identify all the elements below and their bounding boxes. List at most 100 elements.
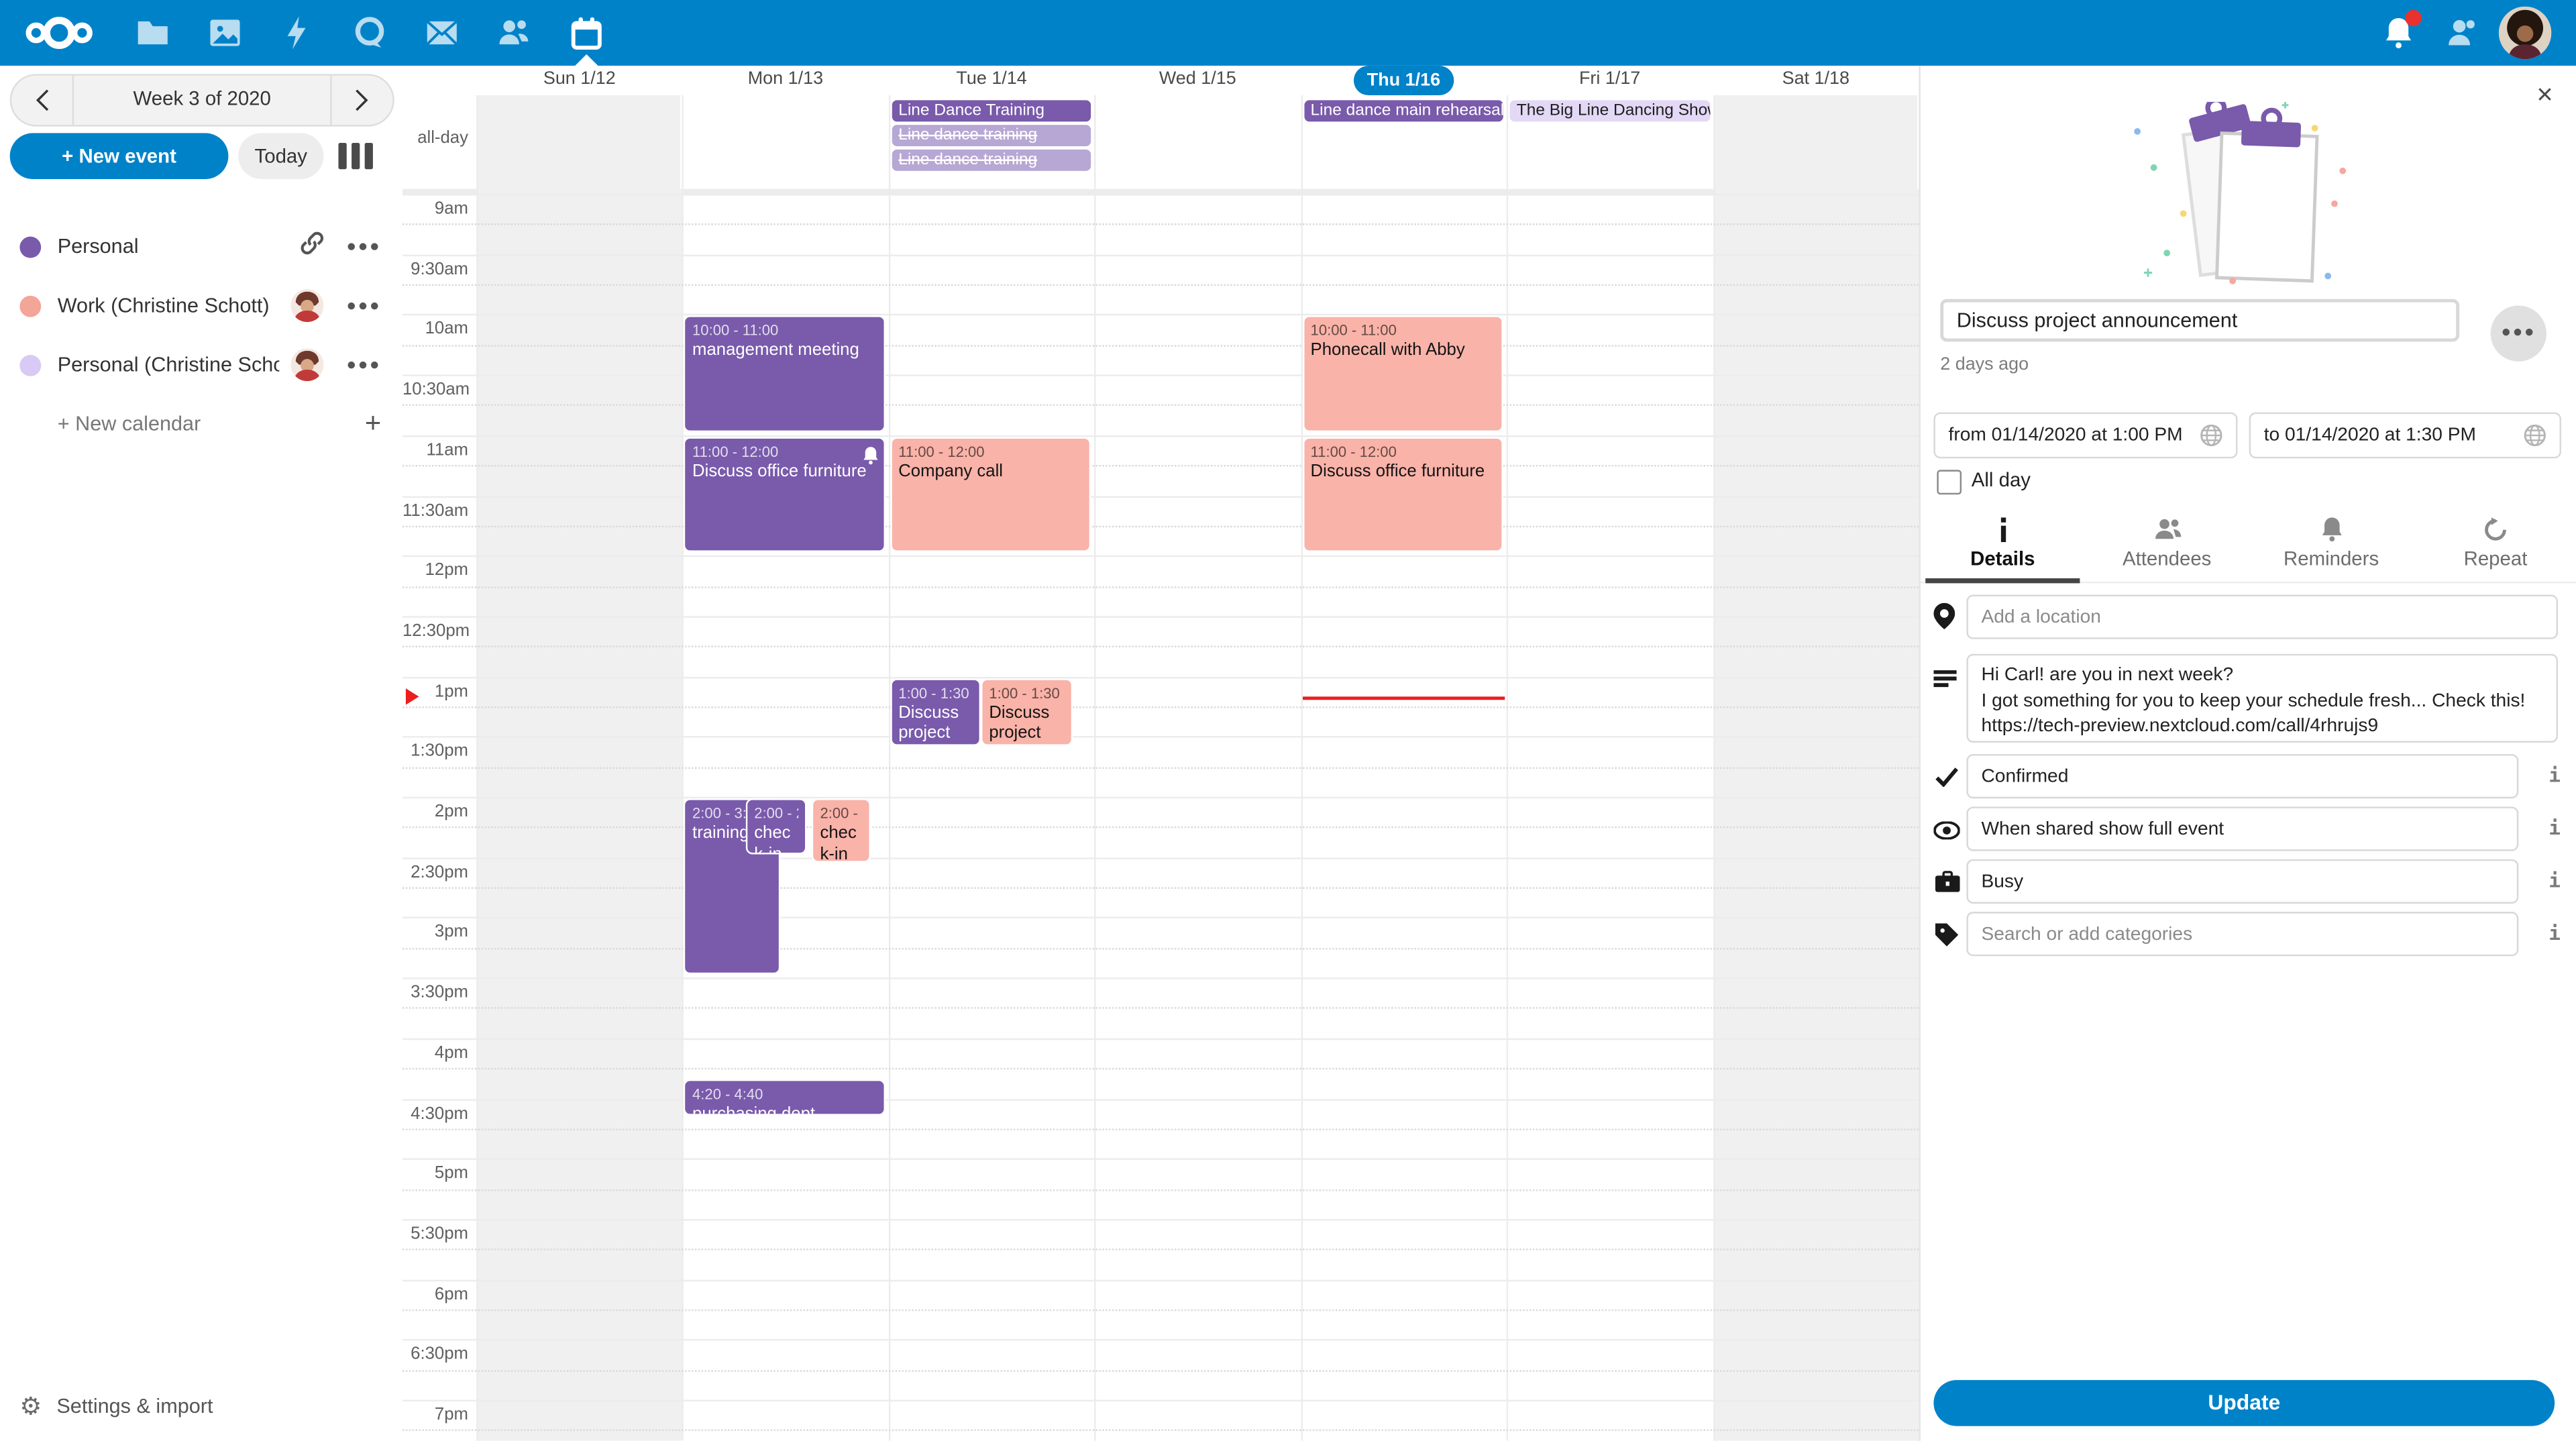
all-day-event[interactable]: Line dance main rehearsal	[1304, 100, 1503, 121]
people-icon	[2085, 517, 2249, 543]
calendar-menu-icon[interactable]: ●●●	[346, 297, 381, 315]
calendar-event[interactable]: 2:00 - 2:30check-in	[746, 798, 807, 854]
hour-gridline	[402, 857, 1919, 859]
all-day-cell[interactable]: Line Dance Training Line dance training Li…	[889, 95, 1093, 189]
day-header-wed[interactable]: Wed 1/15	[1095, 66, 1301, 95]
folder-icon[interactable]	[133, 13, 172, 53]
all-day-event[interactable]: The Big Line Dancing Show	[1510, 100, 1709, 121]
editor-tabs: DetailsAttendeesRemindersRepeat	[1921, 513, 2576, 583]
timezone-globe-icon[interactable]	[2200, 424, 2222, 447]
info-icon: i	[2544, 816, 2564, 839]
info-icon	[1921, 517, 2085, 543]
calendar-event[interactable]: 10:00 - 11:00management meeting	[684, 316, 885, 431]
day-column[interactable]	[1095, 189, 1301, 1441]
talk-icon[interactable]	[350, 13, 390, 53]
day-header-tue[interactable]: Tue 1/14	[889, 66, 1095, 95]
update-button[interactable]: Update	[1933, 1380, 2555, 1426]
settings-and-import-button[interactable]: ⚙ Settings & import	[0, 1382, 213, 1431]
calendar-event[interactable]: 11:00 - 12:00Discuss office furniture	[1302, 437, 1503, 552]
status-input[interactable]	[1966, 806, 2518, 851]
day-column[interactable]	[1713, 189, 1919, 1441]
start-date-field[interactable]: from 01/14/2020 at 1:00 PM	[1933, 413, 2237, 459]
calendar-week-view: Sun 1/12Mon 1/13Tue 1/14Wed 1/15Thu 1/16…	[402, 66, 1919, 1441]
today-button[interactable]: Today	[238, 133, 323, 179]
all-day-cell[interactable]	[476, 95, 681, 189]
event-title-input[interactable]	[1940, 299, 2459, 342]
event-actions-button[interactable]: ●●●	[2491, 306, 2546, 362]
all-day-cell[interactable]	[1095, 95, 1299, 189]
time-axis-label: 12pm	[402, 561, 468, 580]
week-label[interactable]: Week 3 of 2020	[72, 76, 332, 125]
calendar-name: Personal	[58, 235, 139, 258]
info-icon: i	[2544, 869, 2564, 892]
calendar-icon[interactable]	[567, 13, 606, 53]
lightning-icon[interactable]	[278, 13, 317, 53]
all-day-label: all-day	[402, 128, 468, 148]
day-header-sat[interactable]: Sat 1/18	[1713, 66, 1919, 95]
time-axis-label: 1:30pm	[402, 741, 468, 761]
hour-gridline	[402, 1098, 1919, 1100]
time-axis-label: 2:30pm	[402, 862, 468, 882]
all-day-event[interactable]: Line dance training	[892, 125, 1091, 146]
user-avatar[interactable]	[2499, 7, 2551, 59]
day-column[interactable]	[476, 189, 682, 1441]
all-day-cell[interactable]: Line dance main rehearsal	[1301, 95, 1505, 189]
contacts-icon[interactable]	[494, 13, 534, 53]
mail-icon[interactable]	[422, 13, 462, 53]
top-header-bar	[0, 0, 2576, 66]
calendar-menu-icon[interactable]: ●●●	[346, 237, 381, 256]
tab-repeat[interactable]: Repeat	[2414, 513, 2576, 582]
owner-avatar	[290, 289, 323, 322]
location-input[interactable]	[1966, 595, 2558, 639]
all-day-event[interactable]: Line dance training	[892, 150, 1091, 171]
day-header-sun[interactable]: Sun 1/12	[476, 66, 682, 95]
all-day-cell[interactable]: The Big Line Dancing Show	[1507, 95, 1711, 189]
calendar-list-item[interactable]: Work (Christine Schott) ●●●	[0, 276, 402, 335]
previous-week-button[interactable]	[11, 76, 72, 125]
calendar-menu-icon[interactable]: ●●●	[346, 356, 381, 374]
time-axis-label: 3:30pm	[402, 983, 468, 1002]
all-day-cell[interactable]	[1713, 95, 1917, 189]
header-contacts-icon[interactable]	[2443, 13, 2483, 53]
all-day-event[interactable]: Line Dance Training	[892, 100, 1091, 121]
timezone-globe-icon[interactable]	[2524, 424, 2546, 447]
calendar-event[interactable]: 1:00 - 1:30Discuss project announcement	[890, 678, 980, 745]
quarter-gridline	[402, 586, 1919, 587]
status-input[interactable]	[1966, 912, 2518, 956]
all-day-cell[interactable]	[682, 95, 887, 189]
status-input[interactable]	[1966, 754, 2518, 798]
status-input[interactable]	[1966, 859, 2518, 904]
share-link-icon[interactable]	[301, 231, 323, 262]
view-switcher-icon[interactable]	[338, 143, 372, 169]
calendar-list-item[interactable]: Personal (Christine Scho…●●●	[0, 335, 402, 394]
notifications-bell-icon[interactable]	[2379, 13, 2418, 53]
all-day-checkbox[interactable]	[1937, 470, 1962, 494]
end-date-field[interactable]: to 01/14/2020 at 1:30 PM	[2249, 413, 2561, 459]
new-event-button[interactable]: + New event	[10, 133, 229, 179]
hour-gridline	[402, 375, 1919, 376]
day-header-mon[interactable]: Mon 1/13	[682, 66, 888, 95]
next-week-button[interactable]	[332, 76, 393, 125]
calendar-event[interactable]: 2:00 - 2:30check-in	[812, 798, 871, 863]
calendar-name: Work (Christine Schott)	[58, 294, 270, 317]
tab-attendees[interactable]: Attendees	[2085, 513, 2249, 582]
tab-details[interactable]: Details	[1921, 513, 2085, 582]
calendar-event[interactable]: 11:00 - 12:00Company call	[890, 437, 1091, 552]
briefcase-icon	[1933, 871, 1960, 900]
calendar-list-item[interactable]: Personal ●●●	[0, 217, 402, 276]
new-calendar-button[interactable]: + New calendar+	[0, 394, 402, 453]
all-day-checkbox-label: All day	[1972, 468, 2031, 491]
day-column[interactable]	[1507, 189, 1713, 1441]
calendar-event[interactable]: 1:00 - 1:30Discuss project	[981, 678, 1073, 745]
day-header-fri[interactable]: Fri 1/17	[1507, 66, 1713, 95]
calendar-event[interactable]: 10:00 - 11:00Phonecall with Abby	[1302, 316, 1503, 431]
description-textarea[interactable]: Hi Carl! are you in next week? I got som…	[1966, 654, 2558, 743]
tab-reminders[interactable]: Reminders	[2249, 513, 2414, 582]
calendar-event[interactable]: 4:20 - 4:40purchasing dept	[684, 1080, 885, 1116]
day-header-thu[interactable]: Thu 1/16	[1301, 66, 1507, 95]
hour-gridline	[402, 977, 1919, 979]
hour-gridline	[402, 797, 1919, 798]
photos-icon[interactable]	[205, 13, 245, 53]
calendar-event[interactable]: 11:00 - 12:00Discuss office furniture	[684, 437, 885, 552]
day-column[interactable]	[889, 189, 1095, 1441]
